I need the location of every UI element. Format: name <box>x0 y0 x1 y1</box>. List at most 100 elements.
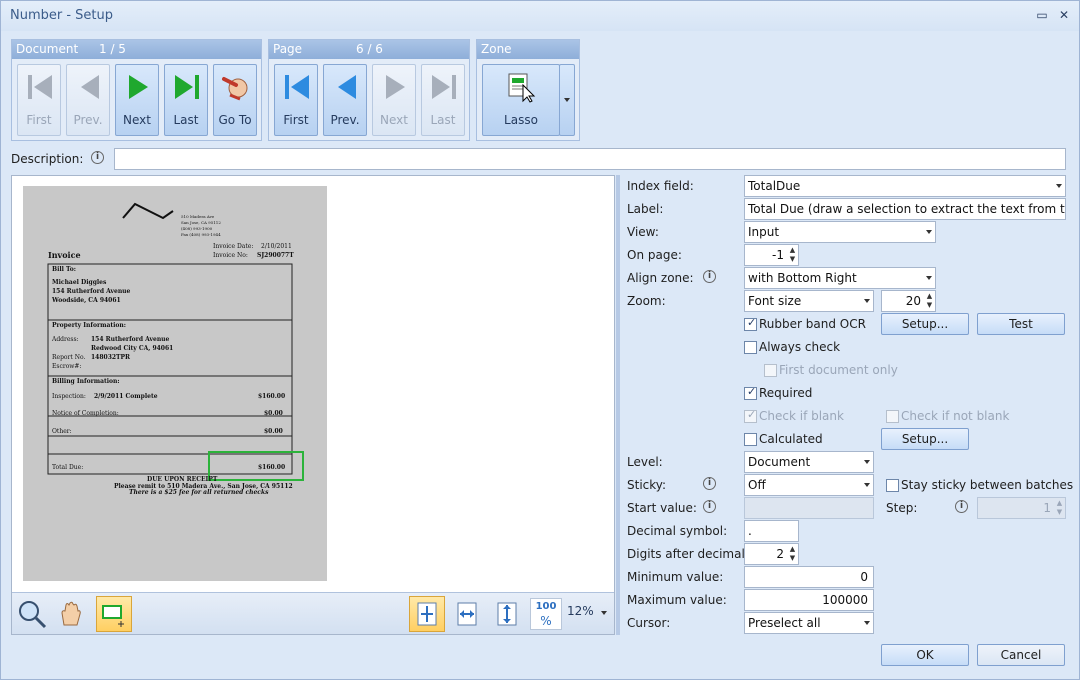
doc-property-address-2: Redwood City CA, 94061 <box>91 345 174 352</box>
next-icon <box>386 75 405 99</box>
digits-after-decimal-stepper[interactable]: 2 ▲ ▼ <box>744 543 799 565</box>
sticky-select[interactable]: Off <box>744 474 874 496</box>
decimal-symbol-input[interactable]: . <box>744 520 799 542</box>
doc-company-phone: (408) 993-1900 <box>181 226 213 231</box>
level-select[interactable]: Document <box>744 451 874 473</box>
page-count: 6 / 6 <box>356 42 383 56</box>
doc-address-label: Address: <box>52 336 79 343</box>
first-document-only-checkbox[interactable] <box>764 364 777 377</box>
minimum-value-label: Minimum value: <box>627 570 724 584</box>
document-prev-button[interactable]: Prev. <box>66 64 110 136</box>
document-last-button[interactable]: Last <box>164 64 208 136</box>
view-value: Input <box>748 225 780 239</box>
document-preview-panel: 510 Madera Ave San Jose, CA 95112 (408) … <box>11 175 615 635</box>
chevron-down-icon <box>1056 184 1062 188</box>
zone-group: Zone Lasso <box>476 39 580 141</box>
cursor-select[interactable]: Preselect all <box>744 612 874 634</box>
page-first-button[interactable]: First <box>274 64 318 136</box>
doc-escrow-label: Escrow#: <box>52 363 82 370</box>
check-if-not-blank-checkbox[interactable] <box>886 410 899 423</box>
lasso-icon <box>508 73 536 103</box>
zoom-level-value: 12% <box>567 604 594 618</box>
step-stepper[interactable]: 1 ▲ ▼ <box>977 497 1066 519</box>
cancel-button[interactable]: Cancel <box>977 644 1065 666</box>
page-next-button[interactable]: Next <box>372 64 416 136</box>
selection-zone[interactable] <box>208 451 304 481</box>
lasso-label: Lasso <box>504 113 538 127</box>
close-icon[interactable]: ✕ <box>1053 5 1075 25</box>
page-last-button[interactable]: Last <box>421 64 465 136</box>
rubber-band-ocr-label: Rubber band OCR <box>759 317 866 331</box>
page-prev-button[interactable]: Prev. <box>323 64 367 136</box>
spinner-icon[interactable]: ▲ ▼ <box>1055 499 1064 517</box>
doc-property-info: Property Information: <box>52 322 126 329</box>
panel-splitter[interactable] <box>616 175 620 635</box>
doc-report-no-label: Report No. <box>52 354 86 361</box>
description-input[interactable] <box>114 148 1066 170</box>
document-goto-label: Go To <box>218 113 252 127</box>
restore-icon[interactable]: ▭ <box>1031 5 1053 25</box>
spinner-icon[interactable]: ▲ ▼ <box>788 246 797 264</box>
pan-tool-button[interactable] <box>55 598 87 630</box>
doc-bill-to: Bill To: <box>52 266 76 273</box>
zoom-size-stepper[interactable]: 20 ▲ ▼ <box>881 290 936 312</box>
magnifier-tool-button[interactable] <box>16 598 48 630</box>
minimum-value-input[interactable]: 0 <box>744 566 874 588</box>
doc-notice-amount: $0.00 <box>264 410 283 417</box>
document-group-title: Document <box>16 42 79 56</box>
doc-billing-info: Billing Information: <box>52 378 120 385</box>
pointing-hand-icon <box>222 77 248 101</box>
maximum-value-input[interactable]: 100000 <box>744 589 874 611</box>
lasso-button[interactable]: Lasso <box>482 64 560 136</box>
document-goto-button[interactable]: Go To <box>213 64 257 136</box>
calculated-checkbox[interactable] <box>744 433 757 446</box>
start-value-input[interactable] <box>744 497 874 519</box>
zone-group-header: Zone <box>477 40 579 59</box>
doc-total-label: Total Due: <box>52 464 84 471</box>
doc-other-amount: $0.00 <box>264 428 283 435</box>
ok-button[interactable]: OK <box>881 644 969 666</box>
info-icon: i <box>703 270 716 283</box>
fit-page-button[interactable] <box>409 596 445 632</box>
document-image[interactable]: 510 Madera Ave San Jose, CA 95112 (408) … <box>23 186 327 581</box>
zoom-select[interactable]: Font size <box>744 290 874 312</box>
fit-width-button[interactable] <box>451 598 483 630</box>
last-icon <box>175 75 199 99</box>
maximum-value-label: Maximum value: <box>627 593 727 607</box>
calculated-setup-button[interactable]: Setup... <box>881 428 969 450</box>
stay-sticky-checkbox[interactable] <box>886 479 899 492</box>
label-input[interactable]: Total Due (draw a selection to extract t… <box>744 198 1066 220</box>
document-next-button[interactable]: Next <box>115 64 159 136</box>
doc-notice-label: Notice of Completion: <box>52 410 119 417</box>
view-select[interactable]: Input <box>744 221 936 243</box>
info-icon: i <box>703 477 716 490</box>
fit-height-button[interactable] <box>491 598 523 630</box>
zone-draw-tool-button[interactable] <box>96 596 132 632</box>
fit-page-icon <box>417 602 437 626</box>
always-check-checkbox[interactable] <box>744 341 757 354</box>
chevron-down-icon <box>864 299 870 303</box>
rubber-band-ocr-checkbox[interactable]: ✓ <box>744 316 757 331</box>
actual-size-button[interactable]: 100 % <box>530 598 562 630</box>
zone-draw-icon <box>102 605 124 627</box>
check-icon: ✓ <box>747 385 757 398</box>
cursor-value: Preselect all <box>748 616 821 630</box>
lasso-dropdown-button[interactable] <box>559 64 575 136</box>
doc-report-no: 148032TPR <box>91 354 131 361</box>
align-zone-select[interactable]: with Bottom Right <box>744 267 936 289</box>
on-page-stepper[interactable]: -1 ▲ ▼ <box>744 244 799 266</box>
last-icon <box>432 75 456 99</box>
document-first-button[interactable]: First <box>17 64 61 136</box>
doc-invoice-no-label: Invoice No: <box>213 252 248 259</box>
zoom-level-dropdown[interactable]: 12% <box>567 604 609 624</box>
check-if-blank-checkbox[interactable]: ✓ <box>744 408 757 423</box>
test-button[interactable]: Test <box>977 313 1065 335</box>
spinner-icon[interactable]: ▲ ▼ <box>788 545 797 563</box>
view-label: View: <box>627 225 659 239</box>
rubber-band-setup-button[interactable]: Setup... <box>881 313 969 335</box>
required-checkbox[interactable]: ✓ <box>744 385 757 400</box>
spinner-icon[interactable]: ▲ ▼ <box>925 292 934 310</box>
sticky-value: Off <box>748 478 766 492</box>
index-field-select[interactable]: TotalDue <box>744 175 1066 197</box>
always-check-label: Always check <box>759 340 841 354</box>
